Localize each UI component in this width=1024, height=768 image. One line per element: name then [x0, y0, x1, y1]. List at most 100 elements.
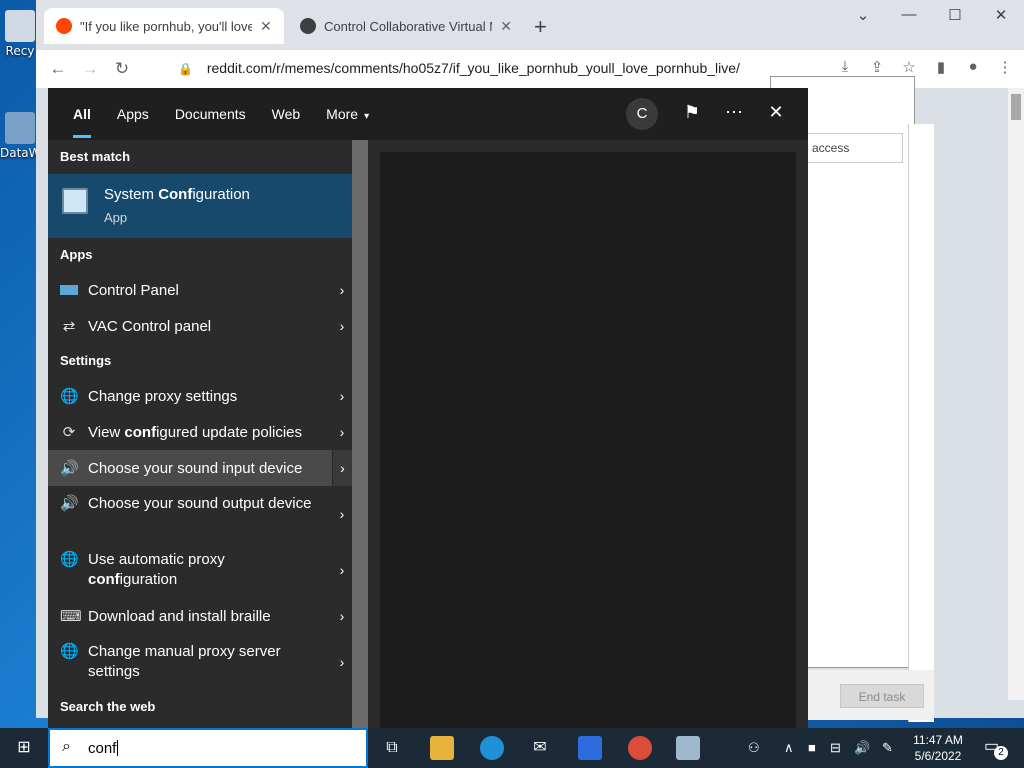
globe-icon: 🌐 [60, 643, 79, 660]
tab-web[interactable]: Web [259, 88, 314, 140]
back-arrow-icon[interactable]: ← [42, 59, 74, 79]
list-item-setting[interactable]: 🔊 Choose your sound output device › [48, 486, 368, 542]
tab-search-button[interactable]: ⌄ [840, 6, 886, 24]
list-item-setting[interactable]: 🌐 Use automatic proxy configuration › [48, 542, 368, 598]
pen-icon[interactable]: ✎ [882, 740, 893, 756]
chevron-right-icon[interactable]: › [332, 378, 352, 414]
close-window-button[interactable]: ✕ [978, 6, 1024, 24]
tab-vac[interactable]: Control Collaborative Virtual Mac ✕ [288, 8, 524, 44]
people-icon[interactable]: ⚇ [748, 740, 760, 756]
end-task-button[interactable]: End task [840, 684, 924, 708]
search-icon: ⌕ [62, 738, 71, 755]
list-item-label: Choose your sound output device [88, 495, 312, 512]
avatar[interactable]: C [626, 98, 658, 130]
profile-icon[interactable]: ● [962, 58, 984, 76]
search-input[interactable]: conf [88, 740, 119, 757]
list-item-control-panel[interactable]: Control Panel › [48, 272, 368, 308]
new-tab-button[interactable]: + [534, 14, 547, 40]
list-item-vac-control-panel[interactable]: ⇄ VAC Control panel › [48, 308, 368, 344]
tab-more-label: More [326, 106, 359, 122]
minimize-button[interactable]: — [886, 6, 932, 23]
chevron-right-icon[interactable]: › [332, 414, 352, 450]
list-item-setting[interactable]: ⟳ View configured update policies › [48, 414, 368, 450]
close-icon[interactable]: ✕ [764, 102, 788, 123]
reload-icon[interactable]: ↻ [106, 59, 138, 79]
task-manager-footer: End task [808, 670, 934, 720]
volume-icon[interactable]: 🔊 [854, 740, 870, 756]
vac-icon [300, 18, 316, 34]
list-item-setting[interactable]: 🌐 Change manual proxy server settings › [48, 634, 368, 690]
recycle-bin-icon [5, 10, 35, 42]
chevron-right-icon[interactable]: › [332, 598, 352, 634]
access-field[interactable]: access [807, 133, 903, 163]
desktop-icon-recycle-bin[interactable]: Recy [0, 10, 40, 58]
chevron-right-icon[interactable]: › [332, 634, 352, 690]
tab-title: Control Collaborative Virtual Mac [324, 18, 492, 34]
chrome-icon[interactable] [628, 736, 652, 760]
results-scrollbar[interactable] [352, 140, 368, 728]
mail-icon[interactable]: ✉ [528, 736, 552, 760]
task-manager-scroll[interactable] [908, 124, 934, 722]
tab-reddit[interactable]: "If you like pornhub, you'll love p ✕ [44, 8, 284, 44]
feedback-icon[interactable]: ⚑ [680, 102, 704, 123]
globe-icon: 🌐 [60, 551, 79, 568]
tab-bar: "If you like pornhub, you'll love p ✕ Co… [36, 0, 1024, 50]
chevron-right-icon[interactable]: › [332, 486, 352, 542]
close-icon[interactable]: ✕ [500, 18, 512, 35]
vac-tray-icon[interactable]: ■ [808, 740, 816, 755]
menu-icon[interactable]: ⋮ [994, 58, 1016, 76]
tab-all[interactable]: All [60, 88, 104, 140]
best-match-title: System Configuration [104, 186, 250, 203]
tab-apps[interactable]: Apps [104, 88, 162, 140]
scroll-thumb[interactable] [1011, 94, 1021, 120]
close-icon[interactable]: ✕ [260, 18, 272, 35]
clock-date: 5/6/2022 [914, 749, 962, 763]
tab-more[interactable]: More ▾ [313, 88, 382, 140]
control-panel-icon [60, 285, 78, 295]
notification-icon[interactable]: ▭ 2 [984, 736, 1008, 760]
chevron-right-icon[interactable]: › [332, 272, 352, 308]
bookmark-star-icon[interactable]: ☆ [898, 58, 920, 76]
vac-control-panel-icon: ⇄ [62, 318, 76, 335]
speaker-icon: 🔊 [60, 460, 79, 477]
shortcut-icon [5, 112, 35, 144]
search-box[interactable]: ⌕ conf [48, 728, 368, 768]
list-item-setting-hovered[interactable]: 🔊 Choose your sound input device › [48, 450, 368, 486]
result-preview-pane [368, 140, 808, 728]
forward-arrow-icon[interactable]: → [74, 59, 106, 79]
chevron-right-icon[interactable]: › [332, 308, 352, 344]
file-explorer-icon[interactable] [430, 736, 454, 760]
side-panel-icon[interactable]: ▮ [930, 58, 952, 76]
list-item-label: Change proxy settings [88, 388, 238, 405]
settings-heading: Settings [60, 353, 112, 368]
chevron-up-icon[interactable]: ∧ [784, 740, 794, 756]
store-icon[interactable] [578, 736, 602, 760]
list-item-setting[interactable]: 🌐 Change proxy settings › [48, 378, 368, 414]
chevron-right-icon[interactable]: › [332, 450, 352, 486]
tab-documents[interactable]: Documents [162, 88, 259, 140]
best-match-item[interactable]: System Configuration App [48, 174, 368, 238]
address-bar[interactable]: 🔒 reddit.com/r/memes/comments/ho05z7/if_… [178, 60, 740, 76]
chevron-right-icon[interactable]: › [332, 542, 352, 598]
list-item-label: VAC Control panel [88, 318, 212, 335]
more-options-icon[interactable]: ⋯ [722, 102, 746, 123]
system-configuration-taskbar-icon[interactable] [676, 736, 700, 760]
maximize-button[interactable]: ☐ [932, 6, 978, 24]
windows-start-icon[interactable]: ⊞ [12, 736, 36, 760]
preview-content [380, 152, 796, 728]
share-icon[interactable]: ⇪ [866, 58, 888, 76]
globe-icon: 🌐 [60, 388, 79, 405]
system-clock[interactable]: 11:47 AM 5/6/2022 [906, 732, 970, 764]
task-view-icon[interactable]: ⧉ [380, 736, 404, 760]
toolbar-actions: ⤓ ⇪ ☆ ▮ ● ⋮ [834, 58, 1016, 76]
reddit-icon [56, 18, 72, 34]
start-menu-search: All Apps Documents Web More ▾ C ⚑ ⋯ ✕ Bes… [48, 88, 808, 728]
best-match-heading: Best match [60, 149, 131, 164]
list-item-label: Use automatic proxy configuration [88, 551, 225, 588]
page-scrollbar[interactable] [1008, 88, 1024, 700]
install-icon[interactable]: ⤓ [834, 58, 856, 76]
list-item-setting[interactable]: ⌨ Download and install braille › [48, 598, 368, 634]
network-icon[interactable]: ⊟ [830, 740, 841, 756]
edge-icon[interactable] [480, 736, 504, 760]
desktop-icon-dataw[interactable]: DataW [0, 112, 41, 160]
